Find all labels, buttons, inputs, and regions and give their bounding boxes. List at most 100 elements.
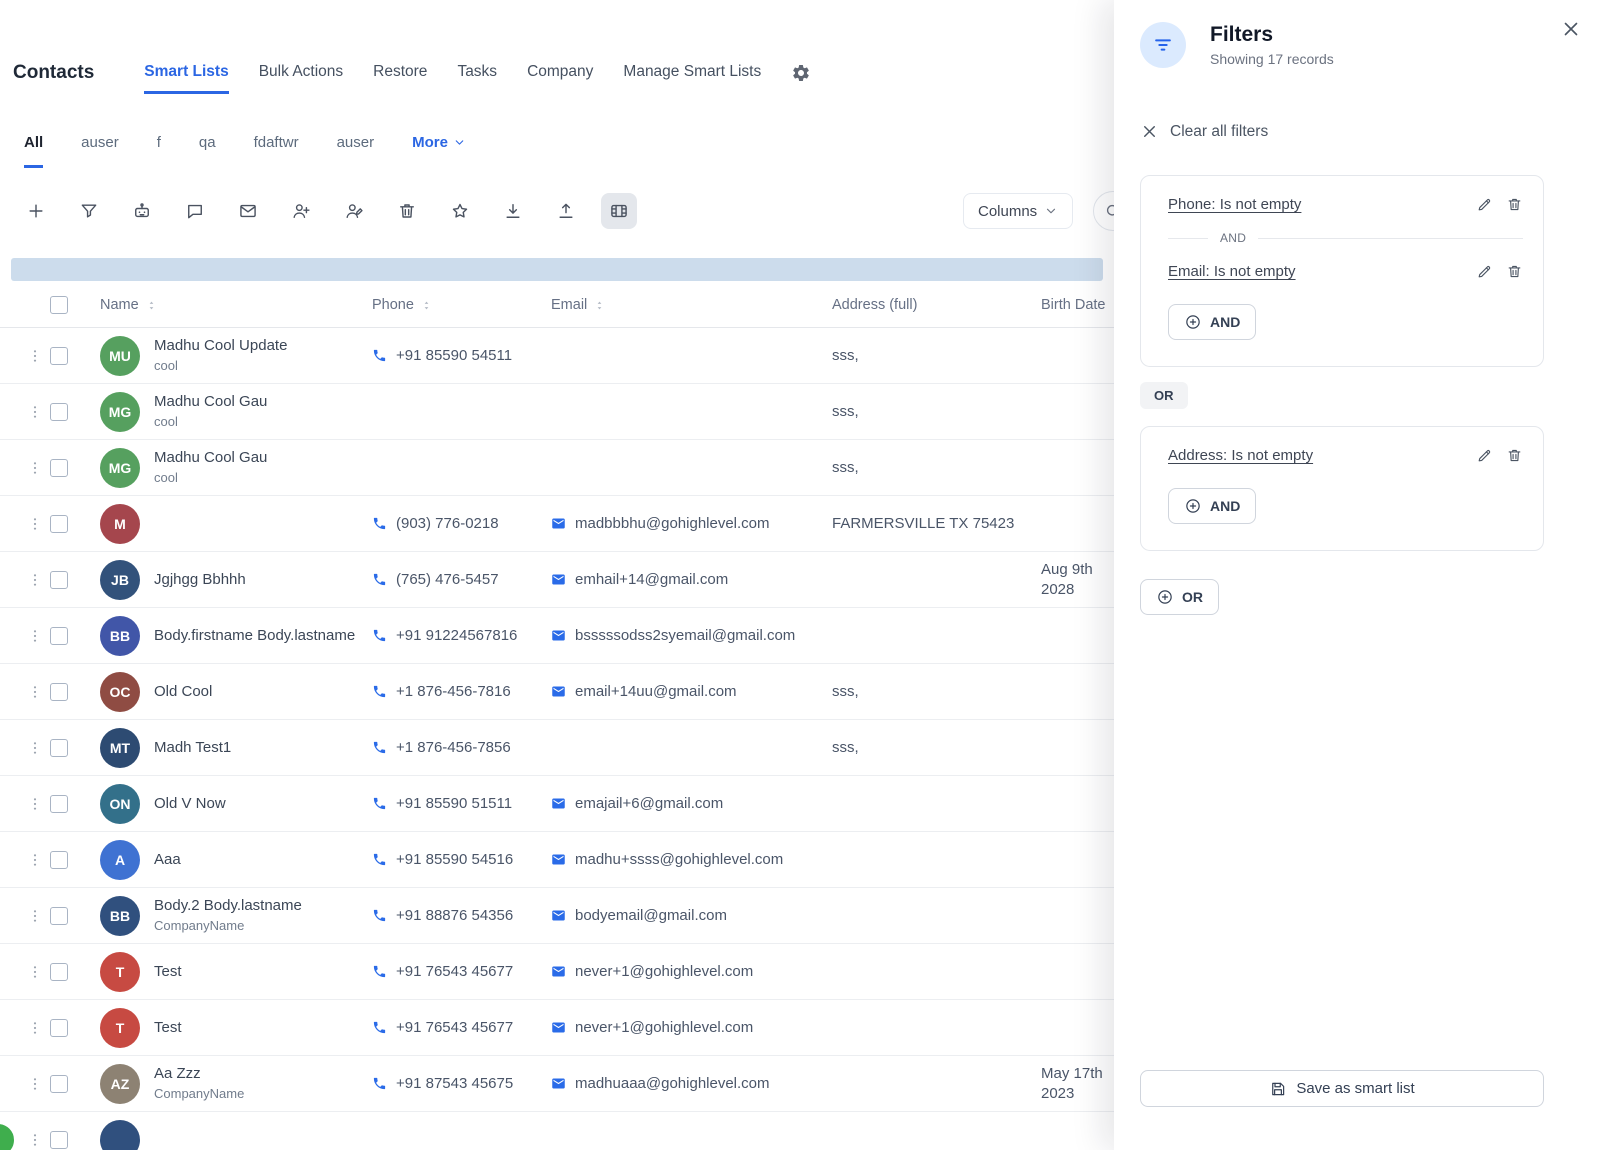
download-icon [503, 201, 523, 221]
email-cell: madhu+ssss@gohighlevel.com [551, 850, 832, 870]
phone-icon [372, 796, 387, 811]
or-badge: OR [1140, 382, 1188, 409]
toolbar-frame-button[interactable] [601, 193, 637, 229]
row-checkbox[interactable] [50, 515, 68, 533]
row-menu-icon[interactable] [20, 572, 50, 588]
phone-icon [372, 740, 387, 755]
name-cell: BBBody.firstname Body.lastname [100, 616, 372, 656]
smartlist-tab-auser-1[interactable]: auser [81, 120, 119, 168]
filter-condition-link[interactable]: Address: Is not empty [1168, 447, 1313, 464]
nav-tab-manage-smart-lists[interactable]: Manage Smart Lists [623, 52, 761, 94]
contact-subtitle: CompanyName [154, 918, 302, 934]
delete-filter-button[interactable] [1506, 263, 1523, 280]
smartlist-tab-fdaftwr-4[interactable]: fdaftwr [254, 120, 299, 168]
page-title: Contacts [13, 62, 94, 84]
settings-gear-icon[interactable] [791, 63, 811, 83]
row-checkbox[interactable] [50, 907, 68, 925]
add-and-button[interactable]: AND [1168, 304, 1256, 340]
contact-name: Body.firstname Body.lastname [154, 627, 355, 645]
row-menu-icon[interactable] [20, 1020, 50, 1036]
email-cell: madbbbhu@gohighlevel.com [551, 514, 832, 534]
toolbar-trash-button[interactable] [389, 193, 425, 229]
toolbar-filter-button[interactable] [71, 193, 107, 229]
contact-name: Test [154, 1019, 182, 1037]
row-checkbox[interactable] [50, 851, 68, 869]
row-menu-icon[interactable] [20, 796, 50, 812]
toolbar-star-button[interactable] [442, 193, 478, 229]
row-menu-icon[interactable] [20, 852, 50, 868]
save-smart-list-button[interactable]: Save as smart list [1140, 1070, 1544, 1107]
toolbar-bot-button[interactable] [124, 193, 160, 229]
row-menu-icon[interactable] [20, 684, 50, 700]
filter-icon [79, 201, 99, 221]
star-icon [450, 201, 470, 221]
avatar: OC [100, 672, 140, 712]
nav-tab-tasks[interactable]: Tasks [457, 52, 497, 94]
toolbar-add-button[interactable] [18, 193, 54, 229]
row-menu-icon[interactable] [20, 348, 50, 364]
row-checkbox[interactable] [50, 1131, 68, 1149]
filter-condition-link[interactable]: Phone: Is not empty [1168, 196, 1301, 213]
row-menu-icon[interactable] [20, 1076, 50, 1092]
toolbar-person-edit-button[interactable] [336, 193, 372, 229]
toolbar-chat-button[interactable] [177, 193, 213, 229]
bot-icon [132, 201, 152, 221]
row-menu-icon[interactable] [20, 1132, 50, 1148]
row-menu-icon[interactable] [20, 516, 50, 532]
columns-button-label: Columns [978, 203, 1037, 220]
row-checkbox[interactable] [50, 627, 68, 645]
filter-condition-link[interactable]: Email: Is not empty [1168, 263, 1296, 280]
row-menu-icon[interactable] [20, 908, 50, 924]
edit-filter-button[interactable] [1476, 447, 1493, 464]
upload-icon [556, 201, 576, 221]
smartlist-tab-auser-5[interactable]: auser [337, 120, 375, 168]
row-checkbox[interactable] [50, 795, 68, 813]
smartlist-tab-all-0[interactable]: All [24, 120, 43, 168]
columns-button[interactable]: Columns [963, 193, 1073, 229]
app: Contacts Smart Lists Bulk Actions Restore T… [0, 0, 1600, 1150]
column-header-birth[interactable]: Birth Date [1041, 297, 1125, 313]
nav-tab-bulk-actions[interactable]: Bulk Actions [259, 52, 343, 94]
row-checkbox[interactable] [50, 963, 68, 981]
smartlist-tab-f-2[interactable]: f [157, 120, 161, 168]
toolbar-email-button[interactable] [230, 193, 266, 229]
column-header-phone[interactable]: Phone [372, 297, 551, 313]
column-header-email[interactable]: Email [551, 297, 832, 313]
clear-all-filters-button[interactable]: Clear all filters [1140, 122, 1268, 141]
close-icon[interactable] [1560, 18, 1582, 43]
edit-filter-button[interactable] [1476, 263, 1493, 280]
row-checkbox[interactable] [50, 683, 68, 701]
nav-tab-restore[interactable]: Restore [373, 52, 427, 94]
row-checkbox[interactable] [50, 1019, 68, 1037]
nav-tab-smart-lists[interactable]: Smart Lists [144, 52, 228, 94]
add-and-button[interactable]: AND [1168, 488, 1256, 524]
row-menu-icon[interactable] [20, 740, 50, 756]
add-or-button[interactable]: OR [1140, 579, 1219, 615]
row-checkbox[interactable] [50, 403, 68, 421]
row-checkbox[interactable] [50, 459, 68, 477]
row-checkbox[interactable] [50, 1075, 68, 1093]
delete-filter-button[interactable] [1506, 447, 1523, 464]
mail-icon [551, 1020, 566, 1035]
toolbar-upload-button[interactable] [548, 193, 584, 229]
row-menu-icon[interactable] [20, 460, 50, 476]
row-menu-icon[interactable] [20, 628, 50, 644]
toolbar-person-add-button[interactable] [283, 193, 319, 229]
row-checkbox[interactable] [50, 739, 68, 757]
table-scrollbar[interactable] [11, 258, 1103, 281]
toolbar-download-button[interactable] [495, 193, 531, 229]
row-checkbox[interactable] [50, 347, 68, 365]
select-all-checkbox[interactable] [50, 296, 68, 314]
smartlist-tab-more-6[interactable]: More [412, 120, 466, 168]
smartlist-tab-qa-3[interactable]: qa [199, 120, 216, 168]
edit-filter-button[interactable] [1476, 196, 1493, 213]
phone-icon [372, 1020, 387, 1035]
phone-cell: (765) 476-5457 [372, 570, 551, 590]
row-menu-icon[interactable] [20, 964, 50, 980]
nav-tab-company[interactable]: Company [527, 52, 593, 94]
row-menu-icon[interactable] [20, 404, 50, 420]
delete-filter-button[interactable] [1506, 196, 1523, 213]
chevron-down-icon [453, 136, 466, 149]
column-header-name[interactable]: Name [100, 297, 372, 313]
row-checkbox[interactable] [50, 571, 68, 589]
